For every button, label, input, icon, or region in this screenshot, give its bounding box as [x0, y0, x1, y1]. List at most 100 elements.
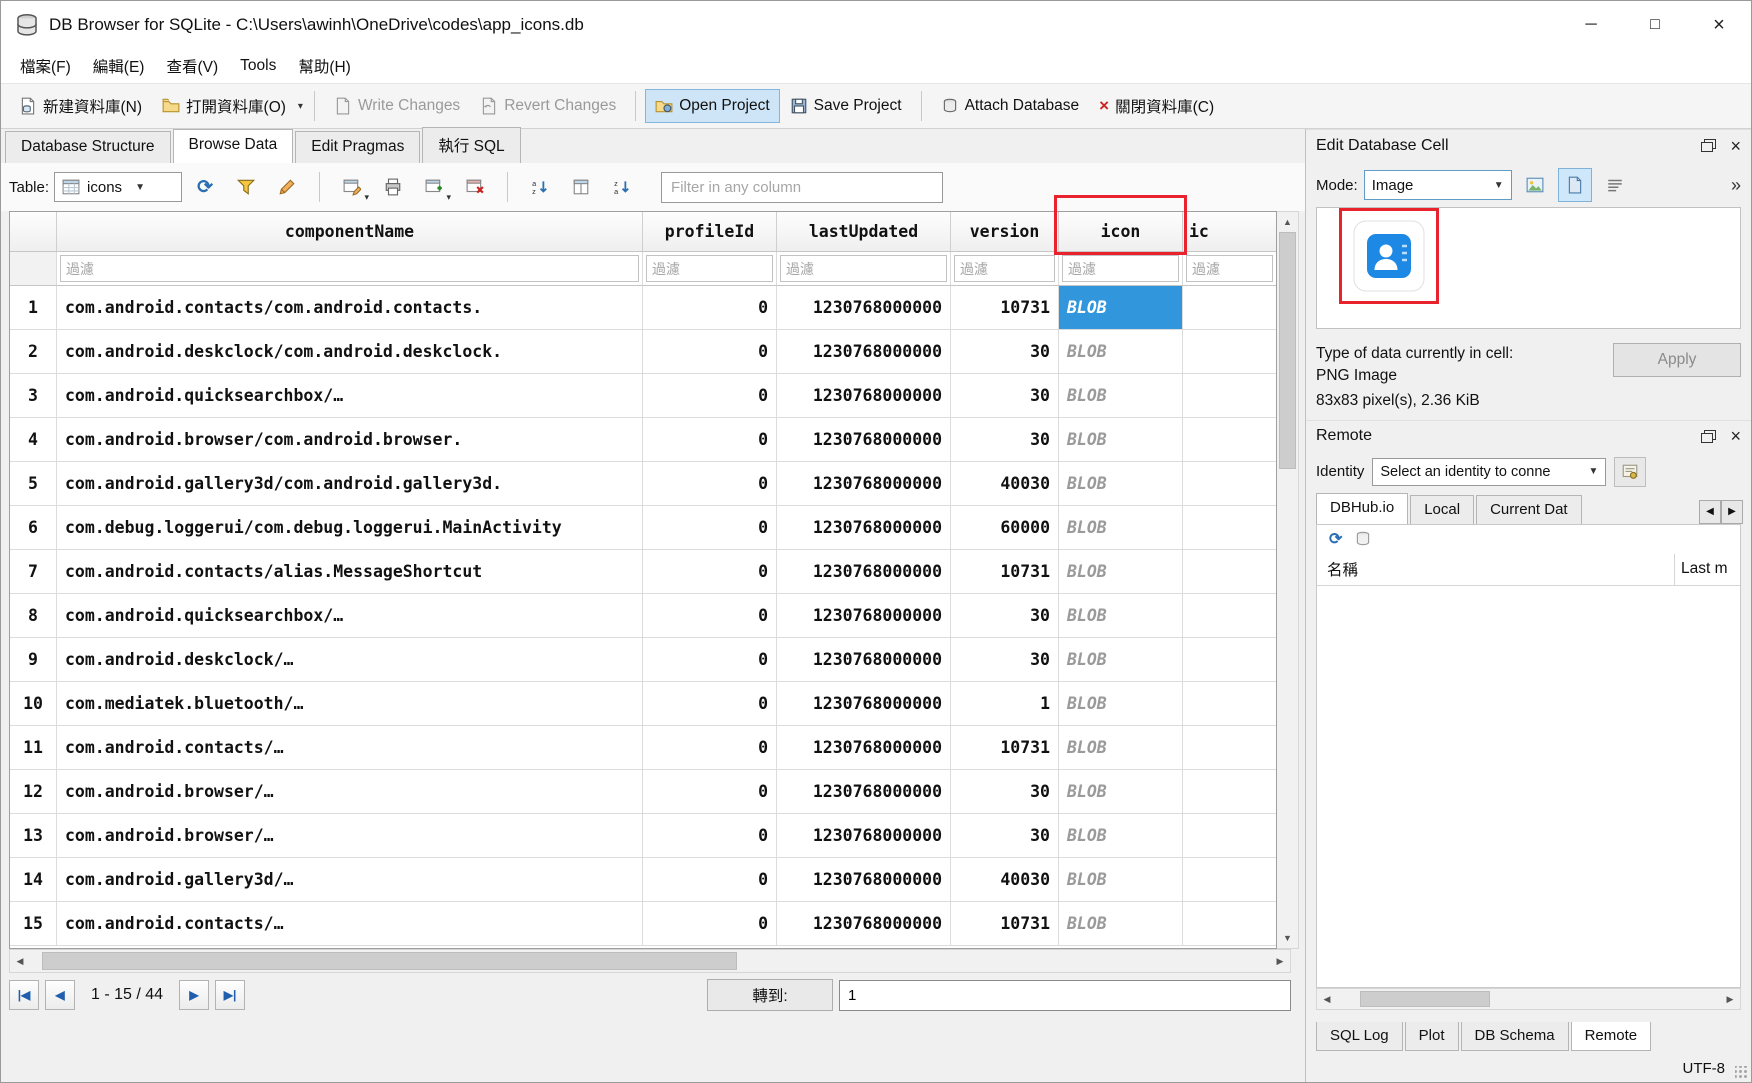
maximize-button[interactable]: □	[1623, 1, 1687, 49]
remote-column-last-modified[interactable]: Last m	[1674, 554, 1740, 585]
remote-hscroll-track[interactable]	[1337, 989, 1720, 1009]
cell-profileId[interactable]: 0	[643, 770, 777, 813]
cell-partial[interactable]	[1183, 858, 1276, 901]
cell-componentName[interactable]: com.android.contacts/…	[57, 726, 643, 769]
hscroll-thumb[interactable]	[42, 952, 736, 970]
goto-record-input[interactable]	[839, 980, 1291, 1011]
row-number-cell[interactable]: 12	[10, 770, 57, 813]
cell-partial[interactable]	[1183, 550, 1276, 593]
edit-pencil-button[interactable]	[269, 170, 305, 204]
menu-item-edit[interactable]: 編輯(E)	[82, 50, 156, 82]
cell-profileId[interactable]: 0	[643, 726, 777, 769]
cell-partial[interactable]	[1183, 638, 1276, 681]
view-as-text-button[interactable]	[1598, 168, 1632, 202]
cell-icon-blob[interactable]: BLOB	[1059, 638, 1183, 681]
filter-input-partial[interactable]	[1186, 255, 1273, 282]
remote-tab-dbhub[interactable]: DBHub.io	[1316, 493, 1408, 524]
columns-button[interactable]	[563, 170, 599, 204]
filter-input-icon[interactable]	[1062, 255, 1179, 282]
row-number-cell[interactable]: 7	[10, 550, 57, 593]
cell-version[interactable]: 10731	[951, 726, 1059, 769]
row-number-cell[interactable]: 8	[10, 594, 57, 637]
column-header-version[interactable]: version	[951, 212, 1059, 251]
cell-version[interactable]: 10731	[951, 286, 1059, 329]
identity-select[interactable]: Select an identity to conne ▼	[1372, 458, 1606, 486]
cell-version[interactable]: 30	[951, 374, 1059, 417]
menu-item-help[interactable]: 幫助(H)	[287, 50, 362, 82]
cell-profileId[interactable]: 0	[643, 286, 777, 329]
dock-tab-sql-log[interactable]: SQL Log	[1316, 1022, 1403, 1051]
cell-partial[interactable]	[1183, 726, 1276, 769]
cell-partial[interactable]	[1183, 594, 1276, 637]
cell-version[interactable]: 30	[951, 594, 1059, 637]
cell-icon-blob[interactable]: BLOB	[1059, 330, 1183, 373]
open-project-button[interactable]: Open Project	[645, 89, 779, 123]
scroll-left-icon[interactable]: ◀	[10, 950, 30, 972]
cell-lastUpdated[interactable]: 1230768000000	[777, 462, 951, 505]
cell-version[interactable]: 30	[951, 814, 1059, 857]
delete-record-button[interactable]	[457, 170, 493, 204]
table-row[interactable]: 8 com.android.quicksearchbox/… 0 1230768…	[10, 594, 1276, 638]
cell-componentName[interactable]: com.debug.loggerui/com.debug.loggerui.Ma…	[57, 506, 643, 549]
revert-changes-button[interactable]: Revert Changes	[470, 89, 626, 123]
menu-item-file[interactable]: 檔案(F)	[9, 50, 82, 82]
cell-version[interactable]: 60000	[951, 506, 1059, 549]
cell-profileId[interactable]: 0	[643, 462, 777, 505]
remote-column-name[interactable]: 名稱	[1317, 554, 1674, 585]
tab-edit-pragmas[interactable]: Edit Pragmas	[295, 131, 420, 163]
vscroll-thumb[interactable]	[1279, 232, 1296, 469]
dock-tab-remote[interactable]: Remote	[1571, 1022, 1652, 1051]
cell-profileId[interactable]: 0	[643, 418, 777, 461]
row-number-cell[interactable]: 5	[10, 462, 57, 505]
cell-lastUpdated[interactable]: 1230768000000	[777, 770, 951, 813]
scroll-right-icon[interactable]: ▶	[1270, 950, 1290, 972]
remote-list-body[interactable]	[1317, 586, 1740, 987]
cell-lastUpdated[interactable]: 1230768000000	[777, 550, 951, 593]
row-number-cell[interactable]: 10	[10, 682, 57, 725]
save-project-button[interactable]: Save Project	[780, 89, 912, 123]
cell-partial[interactable]	[1183, 374, 1276, 417]
cell-componentName[interactable]: com.android.gallery3d/…	[57, 858, 643, 901]
dock-tab-plot[interactable]: Plot	[1405, 1022, 1459, 1051]
cell-lastUpdated[interactable]: 1230768000000	[777, 594, 951, 637]
menu-item-tools[interactable]: Tools	[229, 52, 287, 80]
remote-refresh-icon[interactable]: ⟳	[1329, 529, 1342, 549]
undock-panel-icon[interactable]	[1701, 430, 1716, 443]
table-row[interactable]: 6 com.debug.loggerui/com.debug.loggerui.…	[10, 506, 1276, 550]
refresh-button[interactable]: ⟳	[187, 170, 223, 204]
filter-input-componentName[interactable]	[60, 255, 639, 282]
column-header-profileId[interactable]: profileId	[643, 212, 777, 251]
cell-profileId[interactable]: 0	[643, 902, 777, 945]
grid-horizontal-scrollbar[interactable]: ◀ ▶	[9, 949, 1291, 973]
identity-certificate-button[interactable]	[1614, 457, 1646, 487]
table-row[interactable]: 15 com.android.contacts/… 0 123076800000…	[10, 902, 1276, 946]
table-row[interactable]: 13 com.android.browser/… 0 1230768000000…	[10, 814, 1276, 858]
cell-partial[interactable]	[1183, 462, 1276, 505]
table-row[interactable]: 14 com.android.gallery3d/… 0 12307680000…	[10, 858, 1276, 902]
cell-profileId[interactable]: 0	[643, 330, 777, 373]
remote-hscroll-thumb[interactable]	[1360, 991, 1490, 1007]
clear-filters-button[interactable]	[228, 170, 264, 204]
edit-record-button[interactable]: ▾	[334, 170, 370, 204]
table-row[interactable]: 9 com.android.deskclock/… 0 123076800000…	[10, 638, 1276, 682]
more-tools-icon[interactable]: »	[1731, 175, 1741, 196]
next-page-button[interactable]: ▶	[179, 980, 209, 1010]
cell-partial[interactable]	[1183, 418, 1276, 461]
row-number-cell[interactable]: 13	[10, 814, 57, 857]
cell-lastUpdated[interactable]: 1230768000000	[777, 902, 951, 945]
cell-partial[interactable]	[1183, 814, 1276, 857]
cell-lastUpdated[interactable]: 1230768000000	[777, 330, 951, 373]
tab-scroll-right-icon[interactable]: ▶	[1721, 500, 1743, 524]
open-database-button[interactable]: 打開資料庫(O)	[152, 87, 296, 125]
cell-icon-blob[interactable]: BLOB	[1059, 374, 1183, 417]
row-number-cell[interactable]: 15	[10, 902, 57, 945]
resize-grip[interactable]	[1735, 1066, 1748, 1079]
cell-lastUpdated[interactable]: 1230768000000	[777, 374, 951, 417]
filter-input-profileId[interactable]	[646, 255, 773, 282]
cell-componentName[interactable]: com.android.browser/com.android.browser.	[57, 418, 643, 461]
row-number-cell[interactable]: 6	[10, 506, 57, 549]
cell-partial[interactable]	[1183, 902, 1276, 945]
table-select[interactable]: icons ▼	[54, 172, 182, 202]
undock-panel-icon[interactable]	[1701, 139, 1716, 152]
import-image-button[interactable]	[1518, 168, 1552, 202]
